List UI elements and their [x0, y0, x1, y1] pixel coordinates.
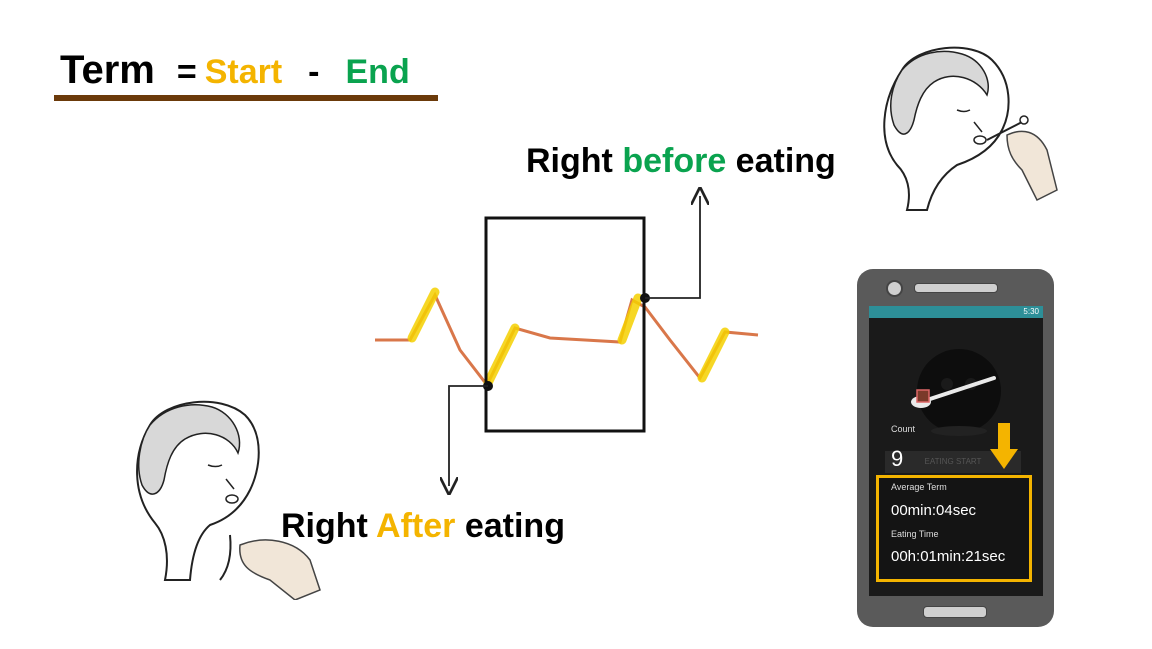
formula-underline [54, 95, 438, 101]
minus-sign: - [308, 53, 320, 91]
before-eating-arrow [645, 196, 700, 299]
caption-right-before-eating: Right before eating [526, 142, 836, 181]
woman-eating-illustration [136, 400, 321, 600]
signal-highlight [697, 327, 730, 383]
term-window-box [484, 216, 646, 433]
phone-speaker [914, 283, 998, 293]
status-bar: 5:30 [869, 306, 1043, 318]
signal-diagram [375, 180, 759, 500]
caption-before-suffix: eating [726, 142, 836, 180]
caption-before-highlight: before [622, 142, 727, 180]
average-term-label: Average Term [891, 482, 947, 492]
term-formula: Term = Start - End [60, 48, 410, 92]
phone-home-button[interactable] [923, 606, 987, 618]
caption-after-suffix: eating [455, 507, 565, 545]
eating-time-label: Eating Time [891, 529, 939, 539]
average-term-value: 00min:04sec [891, 502, 977, 519]
term-label: Term [60, 48, 155, 92]
caption-right-after-eating: Right After eating [281, 507, 565, 546]
eating-stats-panel: Average Term 00min:04sec Eating Time 00h… [876, 475, 1032, 582]
caption-after-highlight: After [376, 507, 456, 545]
end-label: End [345, 53, 410, 91]
status-time: 5:30 [1023, 307, 1039, 316]
count-label: Count [891, 424, 916, 434]
down-arrow-icon [990, 423, 1018, 469]
signal-highlight [407, 287, 440, 343]
equals-sign: = [176, 53, 197, 91]
caption-before-prefix: Right [526, 142, 623, 180]
start-label: Start [204, 53, 283, 91]
signal-highlight [483, 323, 520, 388]
woman-eating-illustration [883, 46, 1058, 211]
after-eating-arrow [449, 385, 488, 486]
count-value: 9 [891, 446, 904, 471]
phone-camera [886, 280, 903, 297]
eating-time-value: 00h:01min:21sec [891, 548, 1006, 565]
caption-after-prefix: Right [281, 507, 377, 545]
